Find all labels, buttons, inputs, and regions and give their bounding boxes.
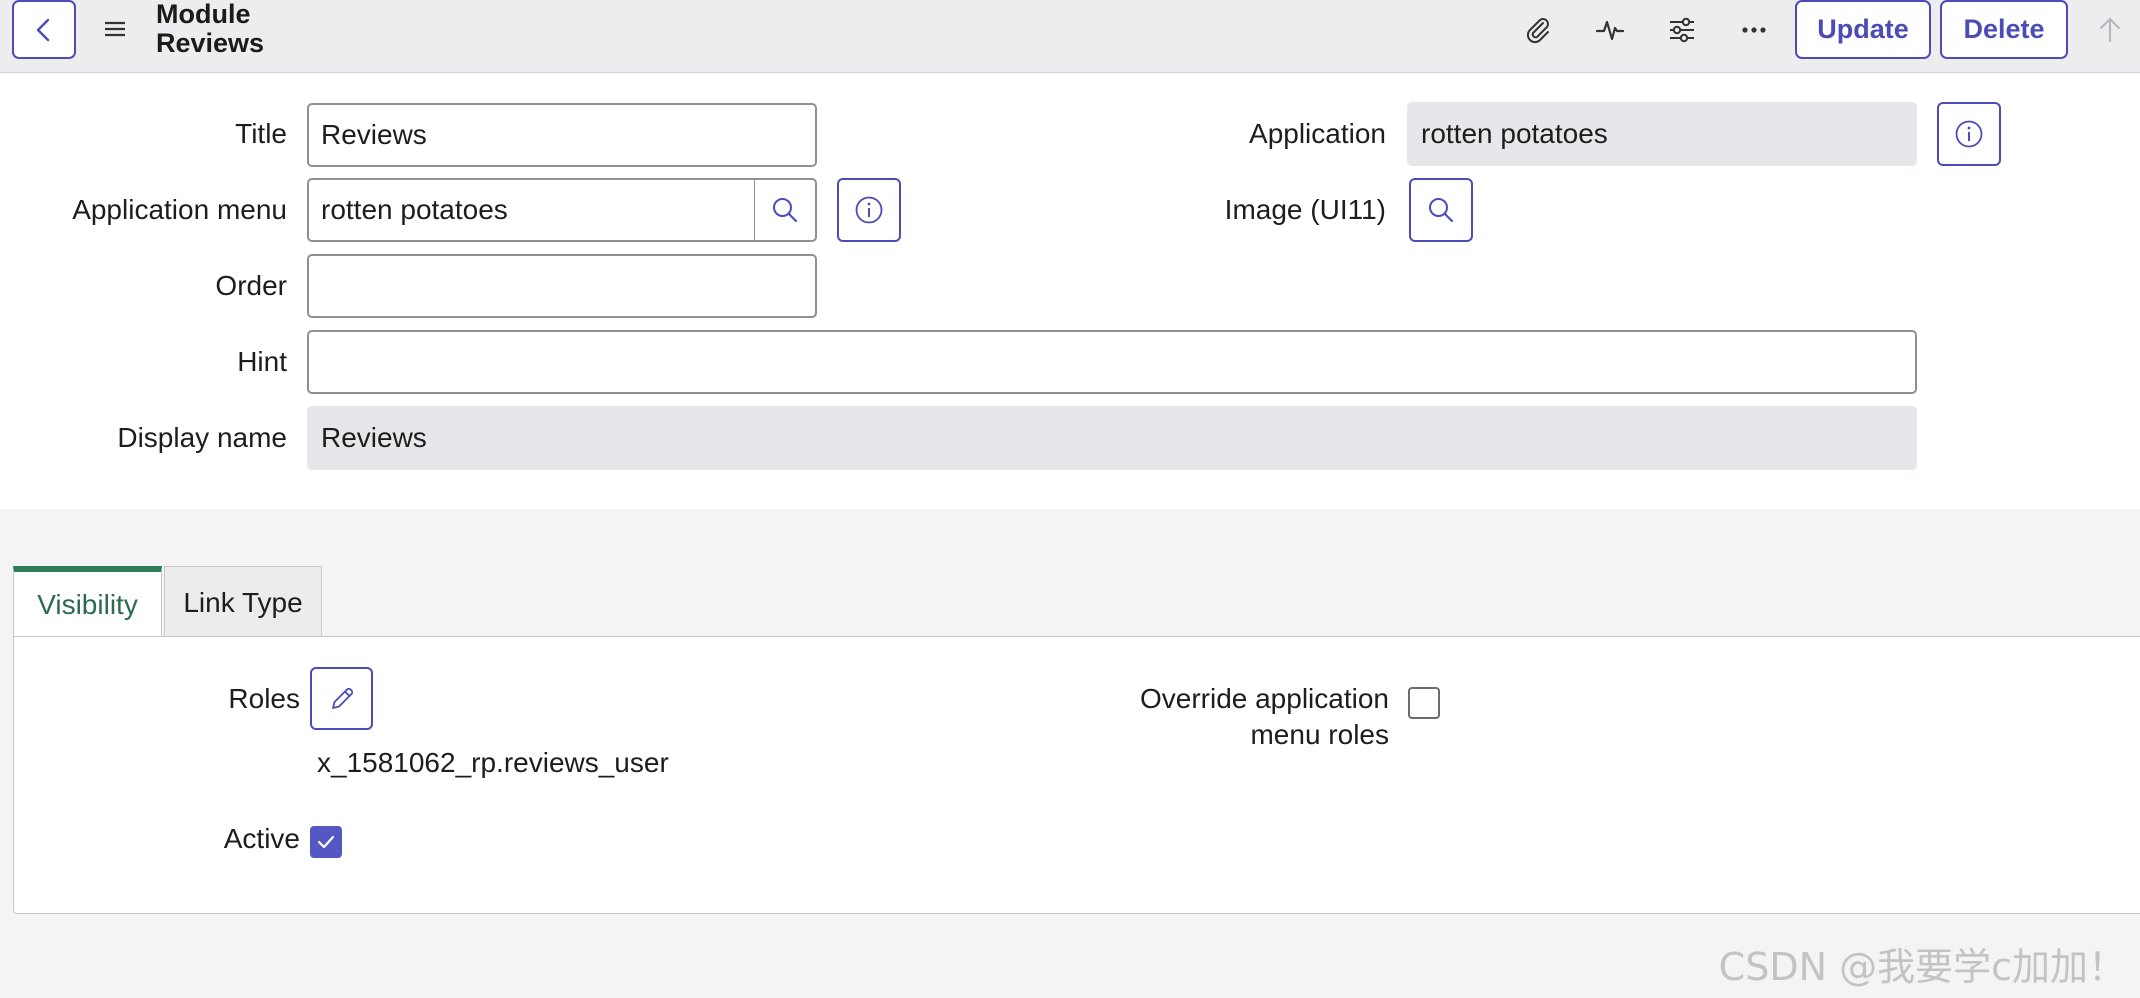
page-title: Module Reviews [156, 0, 264, 58]
form-header: Module Reviews Update Delete [0, 0, 2140, 73]
back-icon [36, 18, 50, 41]
menu-icon[interactable] [101, 15, 129, 43]
activity-icon [1595, 20, 1625, 41]
active-label: Active [223, 823, 300, 854]
order-label: Order [215, 270, 287, 301]
personalize-button[interactable] [1662, 10, 1702, 50]
more-options-button[interactable] [1734, 10, 1774, 50]
application-info-button[interactable] [1937, 102, 2001, 166]
image-lookup-button[interactable] [1409, 178, 1473, 242]
attachment-button[interactable] [1518, 10, 1558, 50]
scroll-top-button[interactable] [2090, 10, 2130, 50]
override-roles-checkbox[interactable] [1408, 687, 1440, 719]
paperclip-icon [1526, 18, 1549, 44]
application-menu-label: Application menu [72, 194, 287, 225]
sliders-icon [1670, 17, 1694, 43]
application-field: rotten potatoes [1407, 102, 1917, 166]
display-name-label: Display name [117, 422, 287, 453]
arrow-up-icon [2099, 17, 2121, 43]
display-name-field: Reviews [307, 406, 1917, 470]
application-menu-lookup-button[interactable] [754, 178, 817, 242]
search-icon [773, 198, 798, 223]
roles-value: x_1581062_rp.reviews_user [317, 747, 669, 778]
hint-label: Hint [237, 346, 287, 377]
override-label-line1: Override application [1139, 683, 1389, 714]
pencil-icon [331, 687, 353, 709]
override-label: Override application menu roles [1140, 683, 1389, 751]
more-icon [1742, 27, 1766, 33]
activity-button[interactable] [1590, 10, 1630, 50]
update-button[interactable]: Update [1795, 0, 1931, 59]
application-menu-info-button[interactable] [837, 178, 901, 242]
info-icon [855, 196, 883, 224]
hint-input[interactable] [307, 330, 1917, 394]
search-icon [1429, 198, 1454, 223]
title-label: Title [235, 118, 287, 149]
back-button[interactable] [12, 0, 76, 59]
tab-link-type[interactable]: Link Type [164, 566, 322, 638]
edit-roles-button[interactable] [310, 667, 373, 730]
tab-visibility[interactable]: Visibility [13, 566, 162, 638]
image-label: Image (UI11) [1224, 194, 1386, 225]
page-title-record: Reviews [156, 28, 265, 58]
application-label: Application [1249, 118, 1386, 149]
watermark: CSDN @我要学c加加！ [1718, 945, 2126, 989]
roles-label: Roles [228, 683, 300, 714]
order-input[interactable] [307, 254, 817, 318]
delete-button[interactable]: Delete [1940, 0, 2068, 59]
form-fields-section: Title Reviews Application rotten potatoe… [0, 74, 2140, 509]
check-icon [317, 835, 335, 849]
info-icon [1955, 120, 1983, 148]
visibility-panel: Roles x_1581062_rp.reviews_user Override… [13, 636, 2140, 914]
override-label-line2: menu roles [1250, 719, 1389, 750]
active-checkbox[interactable] [310, 826, 342, 858]
page-title-table: Module [156, 0, 251, 29]
title-input[interactable]: Reviews [307, 103, 817, 167]
application-menu-input[interactable]: rotten potatoes [307, 178, 756, 242]
